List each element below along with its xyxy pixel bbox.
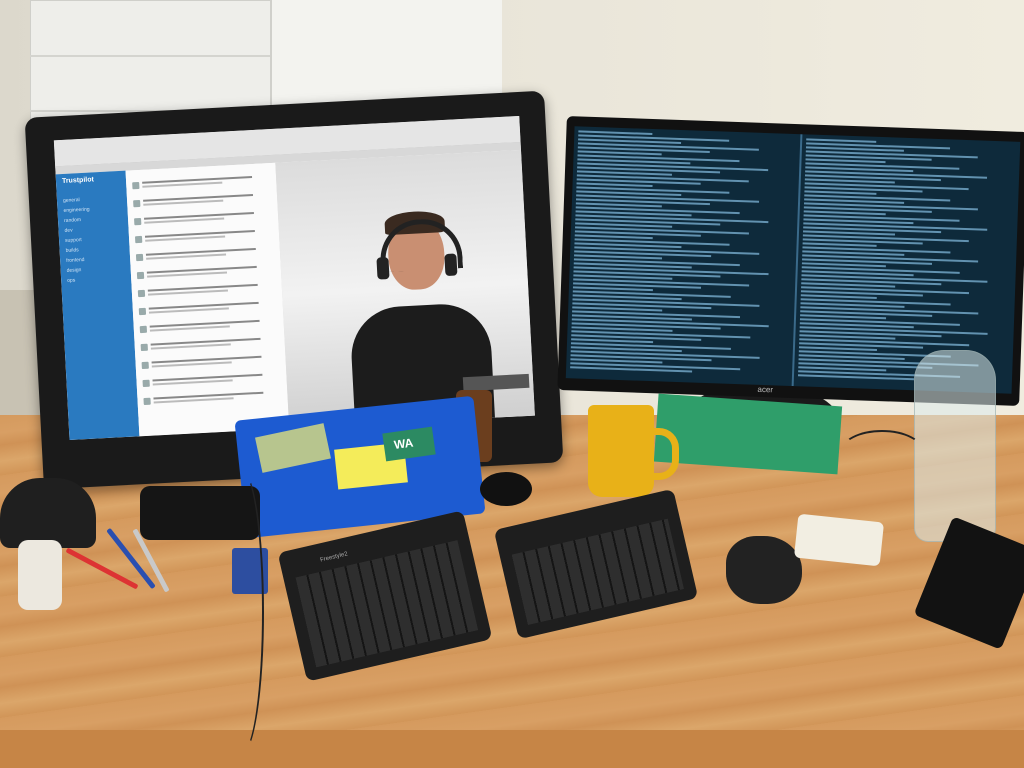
chat-message-pane xyxy=(125,162,291,437)
headphone-case xyxy=(0,478,96,548)
chat-message xyxy=(142,373,281,390)
keyboard-brand: Freestyle2 xyxy=(319,551,349,564)
headset-earcup xyxy=(376,257,390,280)
avatar xyxy=(134,217,142,226)
cabinet-divider xyxy=(30,55,270,57)
yellow-mug xyxy=(588,405,654,497)
lotion-tube xyxy=(18,540,62,610)
chat-channel: random xyxy=(63,217,82,224)
chat-channel: general xyxy=(62,197,80,204)
chat-channel: frontend xyxy=(66,256,85,264)
avatar xyxy=(137,289,146,298)
avatar xyxy=(142,379,150,388)
green-book xyxy=(653,393,843,475)
chat-channel: engineering xyxy=(63,206,90,214)
chat-message xyxy=(135,247,274,264)
avatar xyxy=(136,271,145,280)
avatar xyxy=(132,181,140,190)
chat-message xyxy=(139,319,278,336)
participant-thumbnails xyxy=(462,373,530,392)
cable xyxy=(840,430,924,474)
speaker-puck xyxy=(480,472,532,506)
coaster xyxy=(793,513,885,567)
avatar xyxy=(143,397,151,406)
chat-message xyxy=(136,265,275,282)
chat-message xyxy=(143,391,281,408)
avatar xyxy=(138,307,147,316)
chat-message xyxy=(134,211,272,228)
chat-message xyxy=(134,229,273,246)
chat-channel: builds xyxy=(65,247,79,254)
chat-channel: dev xyxy=(64,227,73,234)
cable xyxy=(220,470,264,754)
sticker-text: WA xyxy=(393,435,415,453)
chat-message xyxy=(132,175,270,192)
avatar xyxy=(141,361,149,370)
chat-message xyxy=(133,193,271,210)
chat-message xyxy=(140,337,279,354)
chat-message xyxy=(137,283,276,300)
terminal-pane-left xyxy=(570,126,1021,373)
avatar xyxy=(133,199,141,208)
mug-handle xyxy=(650,428,679,480)
avatar xyxy=(134,235,143,244)
acer-logo: acer xyxy=(757,384,774,395)
chat-channel: support xyxy=(64,237,82,244)
chat-message xyxy=(138,301,277,318)
avatar xyxy=(140,343,148,352)
desk-edge xyxy=(0,730,1024,768)
avatar xyxy=(139,325,148,334)
headset-earcup xyxy=(444,253,458,277)
glass-bottle xyxy=(914,350,996,542)
video-call-window xyxy=(275,149,535,429)
chat-message xyxy=(141,355,280,372)
chat-team-name: Trustpilot xyxy=(61,176,95,185)
avatar xyxy=(135,253,144,262)
chat-channel: design xyxy=(66,267,82,274)
desk-photo: Trustpilot general engineering random de… xyxy=(0,0,1024,768)
chat-channel: ops xyxy=(67,277,76,284)
computer-mouse xyxy=(726,536,802,604)
